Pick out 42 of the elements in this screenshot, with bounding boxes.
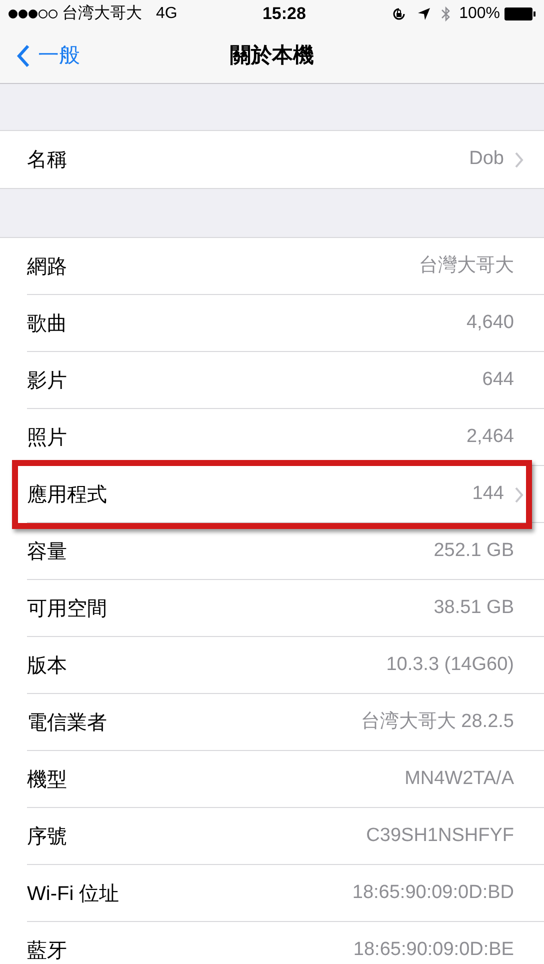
setting-label: 網路 — [27, 254, 67, 280]
setting-value: Dob — [469, 147, 504, 172]
setting-value: C39SH1NSHFYF — [366, 824, 514, 848]
rotation-lock-icon — [391, 6, 408, 22]
clock-time: 15:28 — [262, 3, 306, 26]
setting-value: 4,640 — [466, 311, 514, 336]
chevron-icon[interactable] — [514, 152, 524, 168]
setting-value: 2,464 — [466, 425, 514, 450]
setting-label: Wi-Fi 位址 — [27, 882, 120, 906]
setting-value: MN4W2TA/A — [404, 767, 514, 792]
setting-label: 藍牙 — [27, 938, 67, 964]
setting-value: 18:65:90:09:0D:BD — [352, 881, 514, 906]
setting-label: 歌曲 — [27, 312, 67, 336]
setting-value: 252.1 GB — [434, 539, 514, 564]
battery-icon — [504, 7, 536, 21]
setting-value: 10.3.3 (14G60) — [386, 653, 514, 678]
back-button[interactable]: 一般 — [16, 28, 80, 83]
setting-value: 38.51 GB — [434, 596, 514, 620]
location-arrow-icon — [417, 7, 432, 21]
setting-value: 台灣大哥大 — [419, 254, 514, 278]
bluetooth-icon — [441, 6, 452, 22]
setting-value: 144 — [472, 482, 504, 506]
setting-label: 可用空間 — [27, 596, 107, 622]
setting-label: 名稱 — [27, 148, 67, 172]
carrier-name: 台湾大哥大 — [62, 4, 142, 24]
setting-label: 版本 — [27, 654, 67, 678]
page-title: 關於本機 — [230, 42, 314, 69]
battery-percent: 100% — [459, 4, 500, 24]
setting-label: 機型 — [27, 768, 67, 792]
setting-label: 照片 — [27, 426, 67, 450]
network-type: 4G — [156, 4, 178, 24]
setting-value: 644 — [482, 368, 514, 392]
setting-label: 序號 — [27, 824, 67, 850]
signal-dots-icon — [8, 9, 58, 19]
setting-value: 18:65:90:09:0D:BE — [353, 938, 514, 962]
setting-label: 影片 — [27, 368, 67, 394]
setting-label: 應用程式 — [27, 482, 107, 508]
setting-value: 台湾大哥大 28.2.5 — [360, 710, 514, 734]
back-chevron-icon — [16, 44, 30, 68]
setting-label: 電信業者 — [27, 710, 107, 736]
chevron-icon[interactable] — [514, 486, 524, 502]
setting-label: 容量 — [27, 540, 67, 564]
